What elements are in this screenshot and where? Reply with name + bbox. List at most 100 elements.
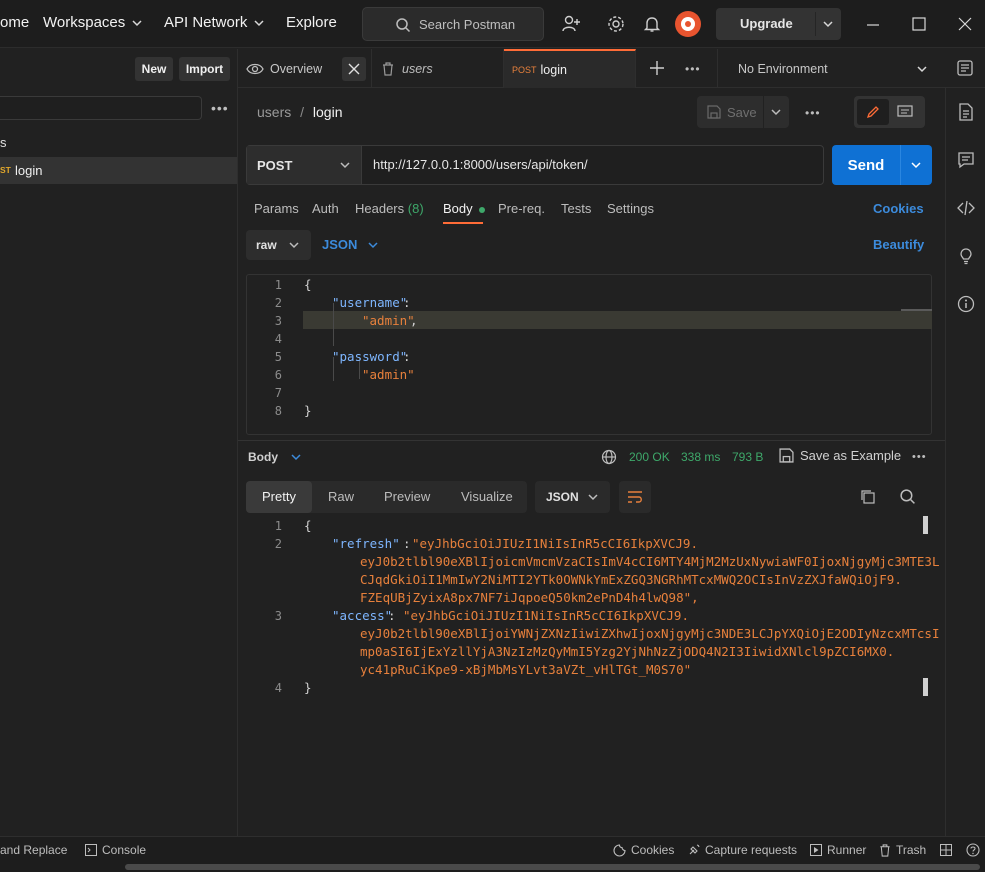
right-rail <box>945 88 985 836</box>
tab-body[interactable]: Body <box>443 201 486 216</box>
comment-icon[interactable] <box>897 105 913 119</box>
response-size[interactable]: 793 B <box>732 450 763 464</box>
invite-user-icon[interactable] <box>561 14 581 34</box>
chevron-down-icon[interactable] <box>910 159 922 171</box>
globe-icon[interactable] <box>601 449 617 465</box>
tab-users-label: users <box>402 61 433 76</box>
environment-selector[interactable]: No Environment <box>718 49 935 88</box>
tab-pre-request[interactable]: Pre-req. <box>498 201 545 216</box>
find-replace-button[interactable]: and Replace <box>0 843 67 857</box>
code-icon[interactable] <box>956 198 976 218</box>
more-options-icon[interactable]: ••• <box>805 106 821 120</box>
console-label: Console <box>102 843 147 857</box>
tab-raw[interactable]: Raw <box>328 489 354 504</box>
tab-login[interactable]: POST login <box>504 49 636 88</box>
more-options-icon[interactable]: ••• <box>211 100 229 116</box>
documentation-icon[interactable] <box>956 102 976 122</box>
nav-api-network-label: API Network <box>164 14 248 31</box>
response-time[interactable]: 338 ms <box>681 450 720 464</box>
save-as-example-button[interactable]: Save as Example <box>779 448 901 463</box>
save-label: Save <box>727 104 757 120</box>
environment-quick-look-icon[interactable] <box>956 59 974 77</box>
edit-mode-button[interactable] <box>857 99 889 125</box>
chevron-down-icon[interactable] <box>822 18 834 30</box>
send-button[interactable]: Send <box>832 145 900 185</box>
save-as-example-label: Save as Example <box>800 448 902 463</box>
upgrade-button[interactable]: Upgrade <box>716 8 841 40</box>
line-number: 7 <box>274 386 282 400</box>
capture-requests-label: Capture requests <box>705 843 798 857</box>
sidebar-item-login[interactable]: ST login <box>0 157 237 184</box>
tab-tests[interactable]: Tests <box>561 201 591 216</box>
nav-workspaces[interactable]: Workspaces <box>43 14 143 31</box>
method-label: POST <box>257 157 293 173</box>
code-value: eyJ0b2tlbl90eXBlIjoicmVmcmVzaCIsImV4cCI6… <box>360 554 940 569</box>
cookies-button[interactable]: Cookies <box>613 843 674 857</box>
body-format-select[interactable]: JSON <box>322 237 379 252</box>
info-icon[interactable] <box>956 294 976 314</box>
pane-divider[interactable] <box>238 440 945 441</box>
status-code[interactable]: 200 OK <box>629 450 670 464</box>
breadcrumb-parent[interactable]: users <box>257 104 291 120</box>
chevron-down-icon <box>917 66 927 73</box>
tab-pretty[interactable]: Pretty <box>246 481 312 513</box>
breadcrumb-current[interactable]: login <box>313 104 343 120</box>
nav-api-network[interactable]: API Network <box>164 14 265 31</box>
tab-login-label: login <box>540 62 567 77</box>
tab-auth[interactable]: Auth <box>312 201 339 216</box>
lightbulb-icon[interactable] <box>956 246 976 266</box>
help-icon[interactable] <box>966 843 980 857</box>
scroll-marker <box>923 678 928 696</box>
tab-users[interactable]: users <box>372 49 504 88</box>
response-format-select[interactable]: JSON <box>535 481 610 513</box>
sidebar-item-label: login <box>15 163 43 178</box>
trash-button[interactable]: Trash <box>879 843 926 857</box>
bell-icon[interactable] <box>642 14 662 34</box>
console-button[interactable]: Console <box>85 843 146 857</box>
method-select[interactable]: POST <box>247 146 362 184</box>
tab-visualize[interactable]: Visualize <box>461 489 513 504</box>
runner-button[interactable]: Runner <box>810 843 866 857</box>
search-bar[interactable]: Search Postman <box>362 7 544 41</box>
tab-preview[interactable]: Preview <box>384 489 430 504</box>
sidebar-section-label[interactable]: s <box>0 135 7 150</box>
wrap-lines-button[interactable] <box>619 481 651 513</box>
sidebar-filter-input[interactable] <box>0 96 202 120</box>
horizontal-scrollbar[interactable] <box>125 864 980 870</box>
copy-icon[interactable] <box>860 489 876 505</box>
new-button[interactable]: New <box>135 57 173 81</box>
comments-icon[interactable] <box>956 150 976 170</box>
search-icon[interactable] <box>899 488 916 505</box>
import-button[interactable]: Import <box>179 57 230 81</box>
cookies-link[interactable]: Cookies <box>873 201 924 216</box>
tab-settings[interactable]: Settings <box>607 201 654 216</box>
capture-requests-button[interactable]: Capture requests <box>688 843 797 857</box>
maximize-icon[interactable] <box>912 17 926 31</box>
body-mode-select[interactable]: raw <box>246 230 311 260</box>
line-number: 3 <box>274 314 282 328</box>
tab-close-button[interactable] <box>342 57 366 81</box>
close-window-icon[interactable] <box>958 17 972 31</box>
plus-icon[interactable] <box>650 61 664 75</box>
nav-explore[interactable]: Explore <box>286 14 337 31</box>
beautify-link[interactable]: Beautify <box>873 237 924 252</box>
tab-headers[interactable]: Headers (8) <box>355 201 424 216</box>
response-body-viewer[interactable]: 1 2 3 4 { "refresh" : "eyJhbGciOiJIUzI1N… <box>246 516 939 706</box>
more-options-icon[interactable]: ••• <box>685 62 701 76</box>
gear-icon[interactable] <box>606 14 626 34</box>
avatar[interactable] <box>675 11 701 37</box>
minimize-icon[interactable] <box>866 18 880 32</box>
save-button[interactable]: Save <box>697 96 763 128</box>
chevron-down-icon[interactable] <box>770 106 782 118</box>
response-body-select[interactable]: Body <box>248 450 302 464</box>
tab-overview-label: Overview <box>270 61 323 76</box>
line-number: 3 <box>274 609 282 623</box>
nav-home[interactable]: ome <box>0 14 29 31</box>
line-number: 2 <box>274 296 282 310</box>
url-input[interactable]: http://127.0.0.1:8000/users/api/token/ <box>373 157 588 172</box>
tab-params[interactable]: Params <box>254 201 299 216</box>
line-number: 5 <box>274 350 282 364</box>
chevron-down-icon <box>588 494 598 501</box>
layout-grid-icon[interactable] <box>940 844 952 856</box>
more-options-icon[interactable]: ••• <box>912 451 927 463</box>
